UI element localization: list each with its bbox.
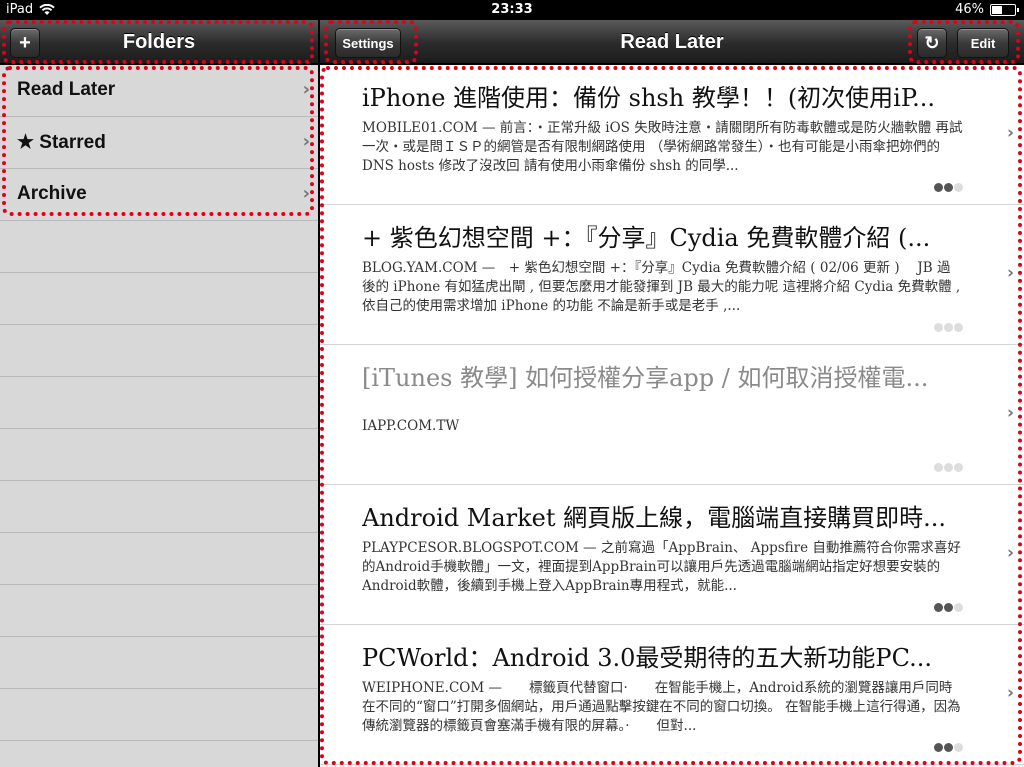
article-title: iPhone 進階使用：備份 shsh 教學！！(初次使用iP...	[362, 84, 936, 112]
read-progress-dots	[934, 463, 963, 472]
article-row[interactable]: iPhone 進階使用：備份 shsh 教學！！(初次使用iP... MOBIL…	[320, 65, 1024, 205]
chevron-right-icon: ›	[302, 79, 310, 100]
refresh-icon[interactable]: ↻	[917, 28, 947, 58]
article-title: PCWorld：Android 3.0最受期待的五大新功能PC...	[362, 644, 932, 672]
article-summary: IAPP.COM.TW	[362, 417, 964, 475]
read-progress-dots	[934, 743, 963, 752]
battery-fill	[992, 5, 1002, 14]
folder-label: Read Later	[17, 79, 116, 100]
article-source: IAPP.COM.TW	[362, 418, 460, 434]
article-summary: BLOG.YAM.COM — + 紫色幻想空間 +：『分享』Cydia 免費軟體…	[362, 259, 964, 317]
progress-dot	[944, 603, 953, 612]
article-summary: PLAYPCESOR.BLOGSPOT.COM — 之前寫過「AppBrain、…	[362, 539, 964, 597]
progress-dot	[954, 183, 963, 192]
add-folder-button[interactable]: +	[10, 28, 40, 58]
battery-icon	[990, 3, 1019, 16]
read-progress-dots	[934, 603, 963, 612]
progress-dot	[934, 323, 943, 332]
folder-starred[interactable]: ★ Starred ›	[0, 117, 318, 169]
progress-dot	[944, 323, 953, 332]
article-title: [iTunes 教學] 如何授權分享app / 如何取消授權電...	[362, 364, 929, 392]
settings-button[interactable]: Settings	[335, 28, 401, 58]
progress-dot	[944, 743, 953, 752]
progress-dot	[944, 463, 953, 472]
folder-read-later[interactable]: Read Later ›	[0, 65, 318, 117]
clock: 23:33	[491, 2, 533, 17]
article-title: + 紫色幻想空間 +：『分享』Cydia 免費軟體介紹 (...	[362, 224, 931, 252]
chevron-right-icon: ›	[1006, 123, 1014, 143]
main-toolbar: Read Later Settings ↻ Edit	[320, 20, 1024, 64]
chevron-right-icon: ›	[302, 183, 310, 204]
chevron-right-icon: ›	[1006, 543, 1014, 563]
chevron-right-icon: ›	[1006, 263, 1014, 283]
folders-title: Folders	[122, 31, 196, 53]
article-source: PLAYPCESOR.BLOGSPOT.COM	[362, 540, 579, 556]
progress-dot	[934, 743, 943, 752]
article-row[interactable]: Android Market 網頁版上線，電腦端直接購買即時... PLAYPC…	[320, 485, 1024, 625]
folders-sidebar: Read Later › ★ Starred › Archive ›	[0, 65, 318, 767]
progress-dot	[934, 183, 943, 192]
read-progress-dots	[934, 183, 963, 192]
folder-label: Archive	[17, 183, 87, 204]
read-progress-dots	[934, 323, 963, 332]
article-source: BLOG.YAM.COM	[362, 260, 478, 276]
edit-button[interactable]: Edit	[957, 28, 1009, 58]
progress-dot	[934, 463, 943, 472]
folder-archive[interactable]: Archive ›	[0, 169, 318, 221]
article-summary: MOBILE01.COM — 前言：‧正常升級 iOS 失敗時注意‧請關閉所有防…	[362, 119, 964, 177]
chevron-right-icon: ›	[1006, 403, 1014, 423]
article-source: WEIPHONE.COM	[362, 680, 485, 696]
battery-status: 46%	[955, 2, 1019, 17]
progress-dot	[954, 743, 963, 752]
article-list: iPhone 進階使用：備份 shsh 教學！！(初次使用iP... MOBIL…	[320, 65, 1024, 767]
status-bar: iPad 23:33 46%	[0, 0, 1024, 20]
article-row[interactable]: PCWorld：Android 3.0最受期待的五大新功能PC... WEIPH…	[320, 625, 1024, 765]
folders-toolbar: Folders +	[0, 20, 318, 64]
article-row[interactable]: [iTunes 教學] 如何授權分享app / 如何取消授權電... IAPP.…	[320, 345, 1024, 485]
chevron-right-icon: ›	[1006, 683, 1014, 703]
progress-dot	[934, 603, 943, 612]
article-source: MOBILE01.COM	[362, 120, 478, 136]
progress-dot	[954, 603, 963, 612]
battery-percent: 46%	[955, 2, 984, 17]
article-row[interactable]: + 紫色幻想空間 +：『分享』Cydia 免費軟體介紹 (... BLOG.YA…	[320, 205, 1024, 345]
progress-dot	[954, 463, 963, 472]
folder-label: ★ Starred	[17, 132, 106, 153]
progress-dot	[954, 323, 963, 332]
progress-dot	[944, 183, 953, 192]
chevron-right-icon: ›	[302, 131, 310, 152]
article-summary: WEIPHONE.COM — 標籤頁代替窗口· 在智能手機上，Android系統…	[362, 679, 964, 737]
article-title: Android Market 網頁版上線，電腦端直接購買即時...	[362, 504, 947, 532]
